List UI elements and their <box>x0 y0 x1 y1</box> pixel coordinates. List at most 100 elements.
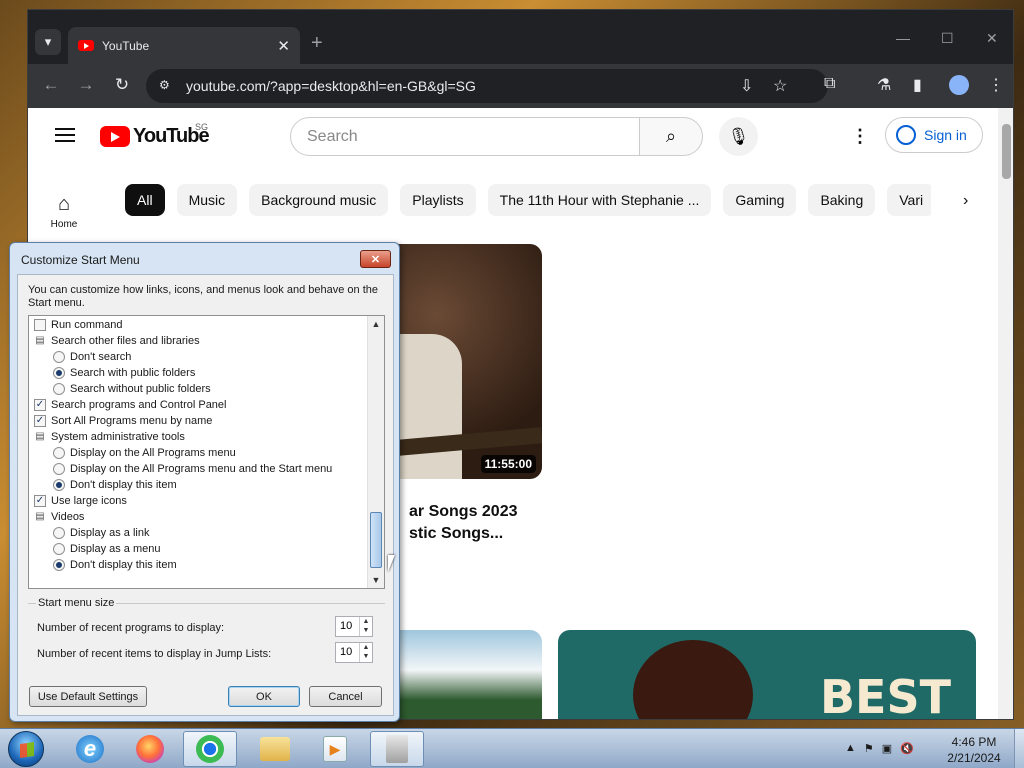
option-label[interactable]: Sort All Programs menu by name <box>51 415 212 427</box>
checkbox-unchecked[interactable] <box>34 319 46 331</box>
option-row[interactable]: Search with public folders <box>53 365 195 381</box>
youtube-logo[interactable]: YouTube <box>100 125 210 148</box>
action-center-flag-icon[interactable]: ⚑ <box>864 742 874 755</box>
chip-baking[interactable]: Baking <box>808 184 876 216</box>
browser-menu-icon[interactable]: ⋮ <box>988 75 1004 95</box>
dialog-close-button[interactable]: ✕ <box>360 250 391 268</box>
options-list[interactable]: ▲ ▼ Run command ▤ Search other files and l… <box>28 315 385 589</box>
new-tab-button[interactable]: + <box>311 32 323 55</box>
video-title[interactable]: ar Songs 2023 stic Songs... <box>409 501 518 545</box>
profile-avatar-icon[interactable] <box>949 75 969 95</box>
options-scrollbar[interactable]: ▲ ▼ <box>367 316 384 588</box>
show-hidden-icons-icon[interactable]: ▲ <box>845 742 856 755</box>
guide-menu-icon[interactable] <box>55 128 75 142</box>
checkbox-checked[interactable]: ✓ <box>34 415 46 427</box>
option-label[interactable]: Don't display this item <box>70 479 177 491</box>
radio-unselected[interactable] <box>53 351 65 363</box>
stepper-arrows-icon[interactable]: ▲ ▼ <box>359 643 372 662</box>
taskbar-control-panel[interactable] <box>370 731 424 767</box>
voice-search-button[interactable]: 🎙 <box>719 117 758 156</box>
page-scrollbar-thumb[interactable] <box>1002 124 1011 179</box>
scroll-up-icon[interactable]: ▲ <box>368 316 384 332</box>
chip-11th-hour[interactable]: The 11th Hour with Stephanie ... <box>487 184 712 216</box>
address-bar[interactable]: ⚙ youtube.com/?app=desktop&hl=en-GB&gl=S… <box>146 69 828 103</box>
option-row[interactable]: Display on the All Programs menu <box>53 445 236 461</box>
sign-in-button[interactable]: Sign in <box>885 117 983 153</box>
option-row[interactable]: Search without public folders <box>53 381 211 397</box>
scroll-down-icon[interactable]: ▼ <box>368 572 384 588</box>
cancel-button[interactable]: Cancel <box>309 686 382 707</box>
minimize-icon[interactable]: — <box>896 30 910 46</box>
option-label[interactable]: Search programs and Control Panel <box>51 399 226 411</box>
stepper-arrows-icon[interactable]: ▲ ▼ <box>359 617 372 636</box>
forward-icon[interactable]: → <box>75 75 97 95</box>
taskbar-chrome[interactable] <box>183 731 237 767</box>
ok-button[interactable]: OK <box>228 686 300 707</box>
radio-unselected[interactable] <box>53 383 65 395</box>
option-row[interactable]: Run command <box>34 317 123 333</box>
option-label[interactable]: Display on the All Programs menu and the… <box>70 463 332 475</box>
option-row[interactable]: ✓ Search programs and Control Panel <box>34 397 226 413</box>
taskbar-firefox[interactable] <box>123 731 177 767</box>
recent-items-stepper[interactable]: 10 ▲ ▼ <box>335 642 373 663</box>
tab-close-icon[interactable]: ✕ <box>277 37 290 55</box>
network-icon[interactable]: ▣ <box>882 742 892 755</box>
checkbox-checked[interactable]: ✓ <box>34 399 46 411</box>
reload-icon[interactable]: ↻ <box>111 75 133 95</box>
recent-programs-value[interactable]: 10 <box>340 620 352 632</box>
chip-music[interactable]: Music <box>176 184 238 216</box>
option-row[interactable]: Display as a menu <box>53 541 161 557</box>
option-row[interactable]: Don't search <box>53 349 131 365</box>
tab-youtube[interactable]: YouTube ✕ <box>68 27 300 64</box>
radio-selected[interactable] <box>53 479 65 491</box>
option-label[interactable]: Display on the All Programs menu <box>70 447 236 459</box>
radio-unselected[interactable] <box>53 527 65 539</box>
option-row[interactable]: Don't display this item <box>53 557 177 573</box>
radio-selected[interactable] <box>53 367 65 379</box>
chip-playlists[interactable]: Playlists <box>400 184 476 216</box>
option-row[interactable]: ✓ Sort All Programs menu by name <box>34 413 212 429</box>
maximize-icon[interactable]: ☐ <box>941 30 954 47</box>
site-info-icon[interactable]: ⚙ <box>159 78 170 92</box>
url-text[interactable]: youtube.com/?app=desktop&hl=en-GB&gl=SG <box>186 78 476 94</box>
install-app-icon[interactable]: ⇩ <box>740 76 753 96</box>
option-row[interactable]: Display on the All Programs menu and the… <box>53 461 332 477</box>
taskbar-file-explorer[interactable] <box>248 731 302 767</box>
option-label[interactable]: Don't search <box>70 351 131 363</box>
nav-home[interactable]: ⌂ Home <box>43 193 85 230</box>
volume-muted-icon[interactable]: 🔇 <box>900 742 914 755</box>
radio-unselected[interactable] <box>53 463 65 475</box>
search-input[interactable]: Search <box>290 117 640 156</box>
option-label[interactable]: Don't display this item <box>70 559 177 571</box>
side-panel-icon[interactable]: ▮ <box>913 75 922 95</box>
back-icon[interactable]: ← <box>40 75 62 95</box>
start-button[interactable] <box>8 731 44 767</box>
option-label[interactable]: Search without public folders <box>70 383 211 395</box>
tab-search-button[interactable]: ▾ <box>35 29 61 55</box>
option-label[interactable]: Display as a menu <box>70 543 161 555</box>
options-scrollbar-thumb[interactable] <box>370 512 382 568</box>
chip-gaming[interactable]: Gaming <box>723 184 797 216</box>
recent-items-value[interactable]: 10 <box>340 646 352 658</box>
chip-all[interactable]: All <box>125 184 165 216</box>
settings-menu-icon[interactable]: ⋮ <box>851 126 869 147</box>
show-desktop-button[interactable] <box>1014 729 1024 768</box>
chip-variety[interactable]: Vari <box>887 184 931 216</box>
radio-selected[interactable] <box>53 559 65 571</box>
option-row[interactable]: Don't display this item <box>53 477 177 493</box>
taskbar-internet-explorer[interactable]: e <box>63 731 117 767</box>
page-scrollbar[interactable] <box>998 108 1013 719</box>
option-label[interactable]: Run command <box>51 319 123 331</box>
option-label[interactable]: Use large icons <box>51 495 127 507</box>
radio-unselected[interactable] <box>53 543 65 555</box>
extensions-icon[interactable]: ⧉ <box>824 75 835 93</box>
system-clock[interactable]: 4:46 PM 2/21/2024 <box>938 734 1010 766</box>
use-default-settings-button[interactable]: Use Default Settings <box>29 686 147 707</box>
bookmark-star-icon[interactable]: ☆ <box>773 76 787 96</box>
option-row[interactable]: Display as a link <box>53 525 149 541</box>
recent-programs-stepper[interactable]: 10 ▲ ▼ <box>335 616 373 637</box>
option-label[interactable]: Display as a link <box>70 527 149 539</box>
video-thumbnail-best[interactable]: BEST <box>558 630 976 719</box>
search-button[interactable]: ⌕ <box>639 117 703 156</box>
chevron-right-icon[interactable]: › <box>963 192 968 210</box>
